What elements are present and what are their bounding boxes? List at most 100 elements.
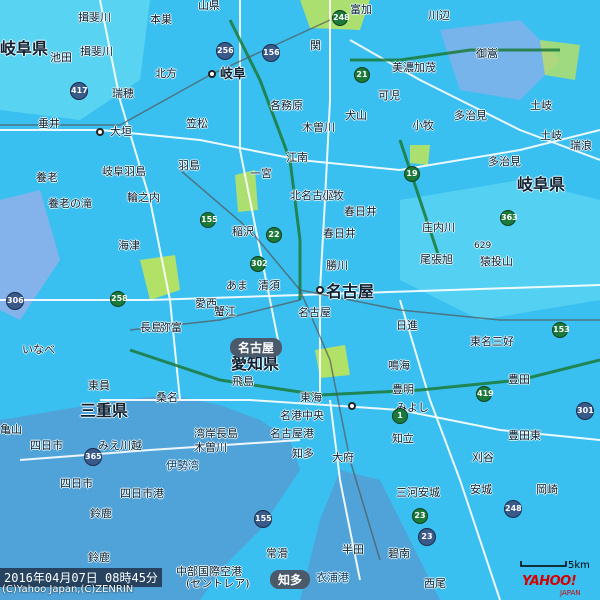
place-label: 勝川 — [326, 259, 348, 272]
place-label: 知多 — [292, 447, 314, 460]
place-label: 西尾 — [424, 577, 446, 590]
prefecture-label-aichi: 愛知県 — [231, 354, 280, 373]
place-label: 飛島 — [232, 375, 254, 388]
water-label: 伊勢湾 — [166, 459, 199, 472]
heavy-rain-area — [410, 145, 430, 165]
place-label: 知立 — [392, 432, 414, 445]
place-label: 小牧 — [412, 119, 434, 132]
national-route-badge: 248 — [504, 500, 522, 518]
place-label: 養老 — [36, 171, 58, 184]
place-label: 尾張旭 — [420, 253, 453, 266]
place-label: みえ川越 — [98, 439, 142, 452]
map-credit: (C)Yahoo Japan,(C)ZENRIN — [2, 584, 134, 595]
expressway-badge: 248 — [332, 10, 350, 26]
city-label-nagoya: 名古屋 — [326, 282, 375, 301]
place-label: 四日市港 — [120, 487, 164, 500]
expressway-badge: 419 — [476, 386, 494, 402]
place-label: 笠松 — [186, 117, 208, 130]
place-label: 猿投山 — [480, 255, 513, 268]
expressway-badge: 155 — [200, 212, 218, 228]
place-label: 鈴鹿 — [88, 551, 110, 564]
national-route-badge: 23 — [418, 528, 436, 546]
expressway-badge: 1 — [392, 408, 408, 424]
place-label: 揖斐川 — [78, 11, 111, 24]
national-route-badge: 155 — [254, 510, 272, 528]
expressway-badge: 363 — [500, 210, 518, 226]
expressway-badge: 21 — [354, 67, 370, 83]
place-label: 木曽川 — [302, 121, 335, 134]
place-label: 刈谷 — [472, 451, 494, 464]
place-label: 名古屋港 — [270, 427, 314, 440]
place-label: あま — [226, 279, 248, 292]
place-label: 鳴海 — [388, 359, 410, 372]
place-label: 日進 — [396, 319, 418, 332]
place-label: 犬山 — [345, 109, 367, 122]
place-label: 安城 — [470, 483, 492, 496]
national-route-badge: 365 — [84, 448, 102, 466]
place-label: 常滑 — [266, 547, 288, 560]
expressway-badge: 23 — [412, 508, 428, 524]
place-label: 碧南 — [388, 547, 410, 560]
place-label: 名港中央 — [280, 409, 324, 422]
station-marker-nagoya — [316, 286, 324, 294]
place-label: (セントレア) — [186, 577, 250, 590]
route-tag-chita: 知多 — [270, 570, 311, 589]
place-label: 蟹江 — [214, 305, 236, 318]
place-label: 湾岸長島 — [194, 427, 238, 440]
place-label: 鈴鹿 — [90, 507, 112, 520]
place-label: 美濃加茂 — [392, 61, 436, 74]
place-label: 弥富 — [160, 321, 182, 334]
place-label: 桑名 — [156, 391, 178, 404]
place-label: 小牧 — [322, 189, 344, 202]
place-label: 大府 — [332, 451, 354, 464]
station-marker — [348, 402, 356, 410]
route-tag-nagoya: 名古屋 — [230, 338, 283, 357]
place-label: いなべ — [22, 343, 55, 356]
place-label: 豊田東 — [508, 429, 541, 442]
place-label: 東員 — [88, 379, 110, 392]
expressway-badge: 258 — [110, 291, 128, 307]
place-label: 池田 — [50, 51, 72, 64]
place-label: 半田 — [342, 543, 364, 556]
place-label: 春日井 — [344, 205, 377, 218]
place-label: 可児 — [378, 89, 400, 102]
place-label: 土岐 — [540, 129, 562, 142]
mountain-elevation: 629 — [474, 241, 492, 251]
place-label: 輪之内 — [127, 191, 160, 204]
place-label: 多治見 — [454, 109, 487, 122]
national-route-badge: 301 — [576, 402, 594, 420]
place-label: 関 — [310, 39, 321, 52]
prefecture-label-gifu: 岐阜県 — [517, 175, 566, 194]
place-label: 三河安城 — [396, 486, 440, 499]
place-label: 四日市 — [60, 477, 93, 490]
place-label: 本巣 — [150, 13, 172, 26]
place-label: 江南 — [286, 151, 308, 164]
national-route-badge: 256 — [216, 42, 234, 60]
place-label: 東海 — [300, 391, 322, 404]
place-label: 養老の滝 — [48, 197, 92, 210]
yahoo-logo-sub: JAPAN — [560, 589, 581, 597]
scale-label: 5km — [568, 560, 590, 571]
place-label: 庄内川 — [422, 221, 455, 234]
water-label: 衣浦港 — [316, 571, 349, 584]
place-label: 海津 — [118, 239, 140, 252]
place-label: 羽島 — [178, 159, 200, 172]
expressway-badge: 153 — [552, 322, 570, 338]
place-label: 一宮 — [250, 167, 272, 180]
place-label: 名古屋 — [298, 306, 331, 319]
place-label: 亀山 — [0, 423, 22, 436]
place-label: 稲沢 — [232, 225, 254, 238]
place-label: 土岐 — [530, 99, 552, 112]
place-label: 東名三好 — [470, 335, 514, 348]
place-label: 大垣 — [110, 125, 132, 138]
prefecture-label-gifu-west: 岐阜県 — [0, 39, 49, 58]
place-label: 岐阜羽島 — [102, 165, 146, 178]
place-label: 豊田 — [508, 373, 530, 386]
station-marker-ogaki — [96, 128, 104, 136]
place-label: 岡崎 — [536, 483, 558, 496]
place-label: 瑞穂 — [112, 87, 134, 100]
expressway-badge: 302 — [250, 256, 268, 272]
place-label: 御嵩 — [476, 47, 498, 60]
place-label: 木曽川 — [194, 441, 227, 454]
national-route-badge: 417 — [70, 82, 88, 100]
